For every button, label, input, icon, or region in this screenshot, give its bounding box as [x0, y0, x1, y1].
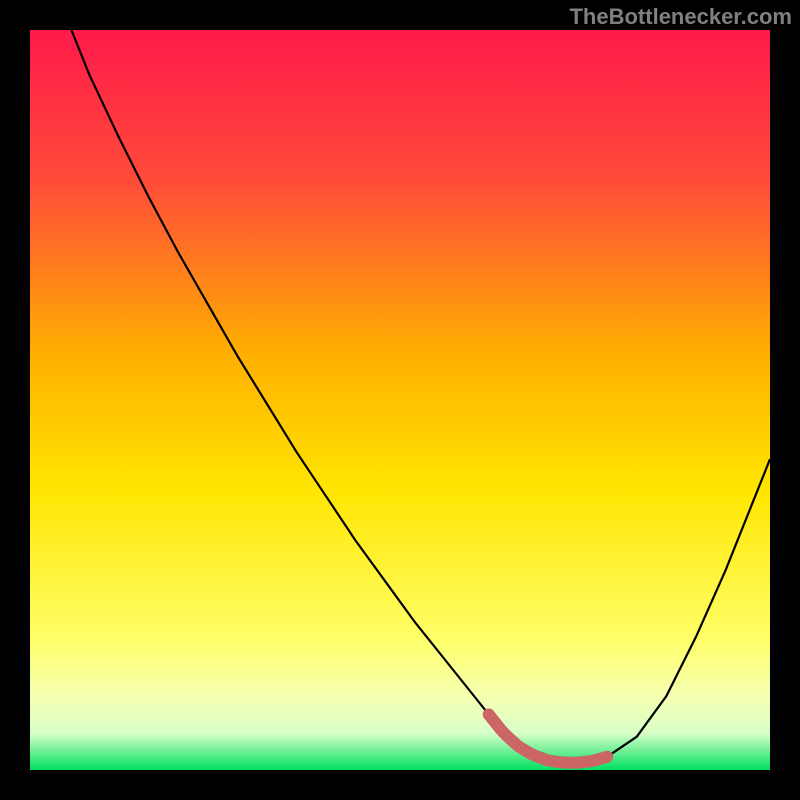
chart-container: TheBottlenecker.com — [0, 0, 800, 800]
marker-dot — [483, 709, 495, 721]
watermark-text: TheBottlenecker.com — [569, 4, 792, 30]
chart-svg — [30, 30, 770, 770]
gradient-background — [30, 30, 770, 770]
plot-area — [30, 30, 770, 770]
